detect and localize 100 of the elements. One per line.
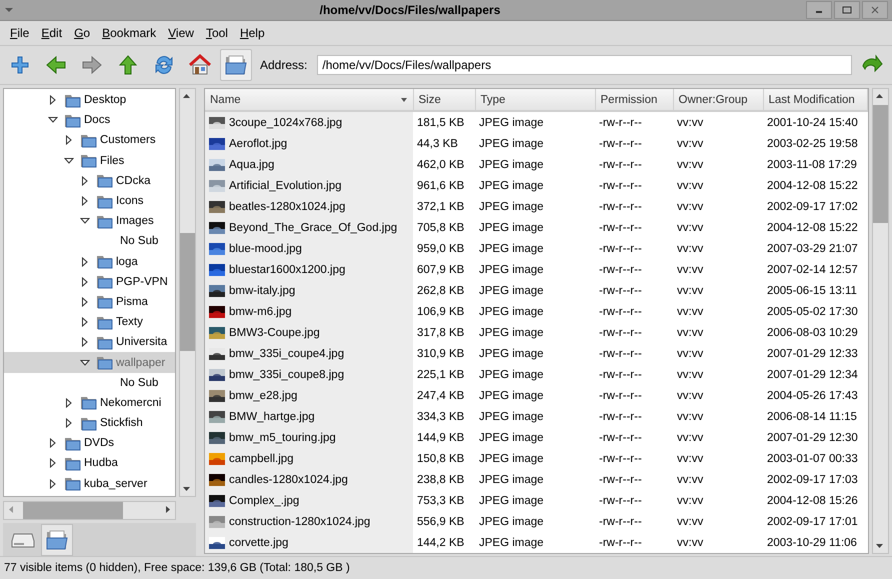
- table-cell: BMW_hartge.jpg: [229, 410, 315, 422]
- tree-item[interactable]: Desktop: [4, 90, 175, 110]
- collapse-arrow-icon[interactable]: [80, 216, 90, 226]
- folder-icon: [96, 274, 113, 290]
- menu-item[interactable]: Help: [234, 26, 271, 40]
- expand-arrow-icon[interactable]: [80, 276, 90, 287]
- folder-icon: [64, 476, 81, 492]
- expand-arrow-icon[interactable]: [48, 438, 58, 448]
- folder-icon: [64, 92, 81, 108]
- tree-item[interactable]: Hudba: [4, 453, 175, 474]
- new-tab-icon: [10, 55, 30, 75]
- maximize-button[interactable]: [834, 1, 860, 19]
- scrollbar-thumb[interactable]: [180, 233, 195, 351]
- table-scrollbar[interactable]: [872, 88, 889, 554]
- menu-item[interactable]: Tool: [200, 26, 234, 40]
- reload-icon: [153, 54, 175, 76]
- window-menu-icon[interactable]: [4, 6, 14, 14]
- maximize-icon: [842, 6, 852, 14]
- close-button[interactable]: [862, 1, 888, 19]
- expand-arrow-icon[interactable]: [80, 337, 90, 348]
- tree-item[interactable]: Texty: [4, 312, 175, 332]
- address-field[interactable]: /home/vv/Docs/Files/wallpapers: [317, 55, 852, 75]
- expand-arrow-icon[interactable]: [80, 196, 90, 206]
- menu-item[interactable]: View: [162, 26, 200, 40]
- tree-item[interactable]: CDcka: [4, 170, 175, 191]
- expand-arrow-icon[interactable]: [80, 176, 90, 186]
- table-cell: bmw_e28.jpg: [229, 390, 298, 402]
- tree-item[interactable]: wallpaper: [4, 352, 175, 373]
- tree-item[interactable]: Nekomercni: [4, 392, 175, 413]
- tree-item[interactable]: Files: [4, 150, 175, 171]
- column-header[interactable]: Owner:Group: [673, 89, 763, 111]
- scrollbar-thumb[interactable]: [873, 105, 888, 223]
- address-label: Address:: [260, 58, 308, 72]
- expand-arrow-icon[interactable]: [80, 296, 90, 307]
- tree-item[interactable]: PGP-VPN: [4, 272, 175, 292]
- table-cell: construction-1280x1024.jpg: [229, 516, 370, 528]
- folder-icon: [45, 528, 69, 551]
- folder-icon: [96, 355, 113, 370]
- table-cell: bluestar1600x1200.jpg: [229, 264, 346, 276]
- table-cell: Artificial_Evolution.jpg: [229, 180, 342, 192]
- table-cell: Complex_.jpg: [229, 494, 300, 506]
- column-header[interactable]: Type: [475, 89, 595, 111]
- folder-icon: [96, 173, 113, 188]
- tree-note: No Sub: [120, 376, 158, 389]
- sort-arrow-icon: [400, 96, 408, 102]
- table-cell: BMW3-Coupe.jpg: [229, 326, 320, 338]
- tree-item[interactable]: Stickfish: [4, 413, 175, 434]
- back-icon: [45, 55, 67, 75]
- tree-item[interactable]: Universita: [4, 332, 175, 352]
- folder-tab[interactable]: [41, 524, 73, 556]
- column-header[interactable]: Name: [205, 89, 413, 111]
- collapse-arrow-icon[interactable]: [80, 358, 90, 368]
- tree-note: No Sub: [120, 235, 158, 248]
- tree-item[interactable]: loga: [4, 252, 175, 272]
- expand-arrow-icon[interactable]: [64, 418, 74, 428]
- tree-item[interactable]: DVDs: [4, 433, 175, 454]
- table-cell: beatles-1280x1024.jpg: [229, 200, 346, 212]
- column-header[interactable]: Permission: [595, 89, 673, 111]
- menu-item[interactable]: File: [4, 26, 36, 40]
- expand-arrow-icon[interactable]: [64, 135, 74, 146]
- expand-arrow-icon[interactable]: [80, 256, 90, 267]
- tree-item[interactable]: Pisma: [4, 292, 175, 312]
- table-cell: blue-mood.jpg: [229, 242, 302, 254]
- tree-item[interactable]: Customers: [4, 130, 175, 151]
- collapse-arrow-icon[interactable]: [48, 115, 58, 126]
- expand-arrow-icon[interactable]: [48, 95, 58, 106]
- tree-item[interactable]: Icons: [4, 190, 175, 212]
- collapse-arrow-icon[interactable]: [64, 156, 74, 166]
- folder-icon: [80, 132, 97, 148]
- tree-horizontal-scrollbar[interactable]: [3, 501, 176, 520]
- expand-arrow-icon[interactable]: [48, 458, 58, 468]
- folder-icon: [80, 153, 97, 168]
- expand-arrow-icon[interactable]: [64, 398, 74, 408]
- folder-icon: [64, 112, 81, 128]
- folder-icon: [96, 334, 113, 350]
- column-header[interactable]: Size: [413, 89, 475, 111]
- column-header[interactable]: Last Modification: [763, 89, 868, 111]
- status-bar: 77 visible items (0 hidden), Free space: 139,6 GB (Total: 180,5 GB ): [0, 556, 892, 579]
- table-cell: bmw-italy.jpg: [229, 284, 296, 296]
- menu-item[interactable]: Go: [68, 26, 96, 40]
- menu-item[interactable]: Bookmark: [96, 26, 162, 40]
- home-icon: [189, 54, 211, 76]
- window-title: /home/vv/Docs/Files/wallpapers: [318, 3, 502, 17]
- up-icon: [118, 54, 138, 76]
- tree-scrollbar[interactable]: [179, 88, 196, 498]
- tree-item[interactable]: Docs: [4, 110, 175, 130]
- table-cell: bmw_m5_touring.jpg: [229, 432, 336, 444]
- table-cell: Aeroflot.jpg: [229, 138, 288, 150]
- expand-arrow-icon[interactable]: [48, 478, 58, 489]
- scrollbar-thumb[interactable]: [23, 502, 123, 520]
- tree-item[interactable]: kuba_server: [4, 474, 175, 494]
- minimize-button[interactable]: [806, 1, 832, 19]
- menu-item[interactable]: Edit: [35, 26, 68, 40]
- folder-icon: [96, 294, 113, 310]
- table-cell: bmw_335i_coupe4.jpg: [229, 348, 344, 360]
- folder-icon: [64, 436, 81, 451]
- tree-item[interactable]: Images: [4, 211, 175, 232]
- folder-button[interactable]: [220, 49, 252, 81]
- folder-icon: [64, 456, 81, 471]
- expand-arrow-icon[interactable]: [80, 317, 90, 328]
